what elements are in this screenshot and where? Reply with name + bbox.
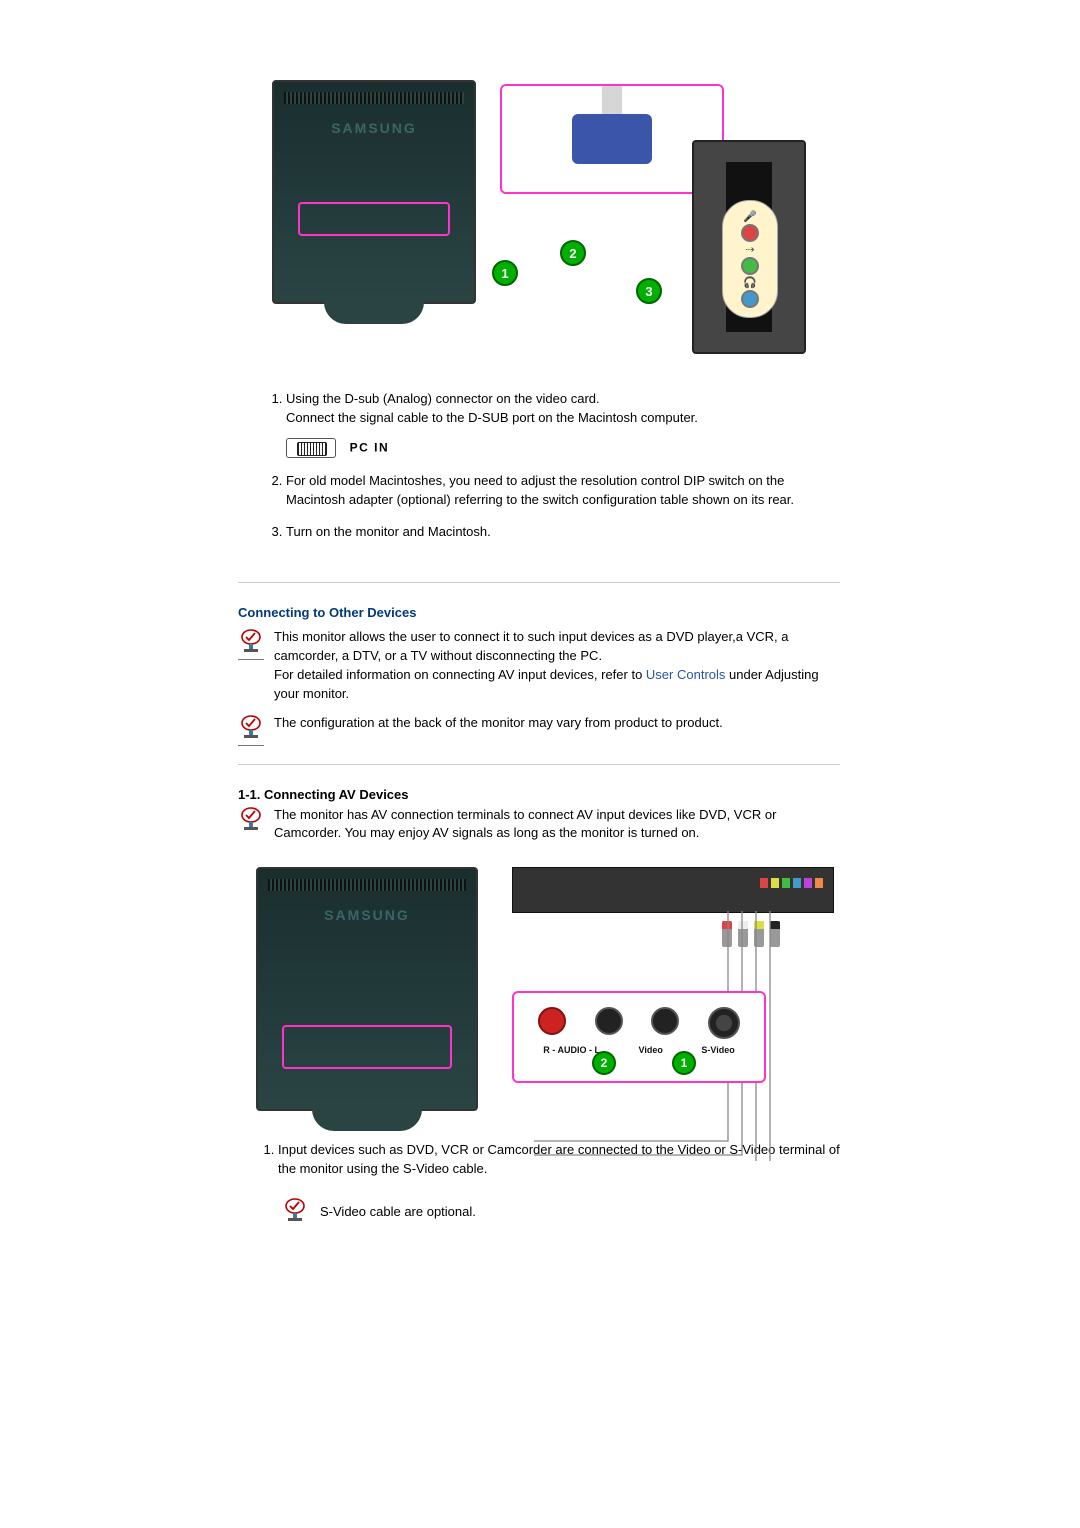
monitor-brand-label: SAMSUNG (274, 120, 474, 136)
divider (238, 582, 840, 583)
monitor-stand (324, 302, 424, 324)
monitor-stand (312, 1109, 422, 1131)
svideo-optional-note: S-Video cable are optional. (320, 1204, 476, 1219)
callout-badge-2: 2 (560, 240, 586, 266)
other-devices-note-1b-prefix: For detailed information on connecting A… (274, 667, 646, 682)
step-2-text: For old model Macintoshes, you need to a… (286, 473, 794, 507)
svideo-jack (708, 1007, 740, 1039)
monitor-back-illustration: SAMSUNG (272, 80, 476, 304)
monitor-brand-label: SAMSUNG (258, 907, 476, 923)
dsub-port-icon (286, 438, 336, 458)
av-intro-text: The monitor has AV connection terminals … (274, 806, 840, 844)
rca-plugs-illustration (722, 921, 832, 947)
monitor-av-port-highlight (282, 1025, 452, 1069)
video-jack (651, 1007, 679, 1035)
label-audio-r: R (543, 1045, 550, 1055)
vga-connector-callout (500, 84, 724, 194)
av-step-1: Input devices such as DVD, VCR or Camcor… (278, 1141, 840, 1179)
subsection-title-av: 1-1. Connecting AV Devices (238, 787, 840, 802)
audio-l-jack (595, 1007, 623, 1035)
macintosh-connection-diagram: SAMSUNG 🎤 ⇢ 🎧 (238, 80, 840, 340)
other-devices-note-1: This monitor allows the user to connect … (274, 628, 840, 703)
callout-badge-2: 2 (592, 1051, 616, 1075)
line-out-icon: ⇢ (745, 243, 754, 256)
vga-plug-illustration (572, 114, 652, 164)
mic-icon: 🎤 (743, 210, 757, 223)
monitor-port-highlight (298, 202, 450, 236)
other-devices-note-1a: This monitor allows the user to connect … (274, 629, 788, 663)
audio-jacks-callout: 🎤 ⇢ 🎧 (722, 200, 778, 318)
info-check-icon (282, 1197, 308, 1226)
monitor-back-illustration: SAMSUNG (256, 867, 478, 1111)
step-3: Turn on the monitor and Macintosh. (286, 523, 840, 542)
label-video: Video (639, 1045, 663, 1055)
divider (238, 764, 840, 765)
av-connection-diagram: SAMSUNG (256, 867, 840, 1111)
macintosh-steps-list: Using the D-sub (Analog) connector on th… (238, 390, 840, 542)
user-controls-link[interactable]: User Controls (646, 667, 725, 682)
step-2: For old model Macintoshes, you need to a… (286, 472, 840, 510)
step-1-line-b: Connect the signal cable to the D-SUB po… (286, 410, 698, 425)
info-check-icon (238, 628, 264, 660)
callout-badge-1: 1 (672, 1051, 696, 1075)
av-step-1-text: Input devices such as DVD, VCR or Camcor… (278, 1142, 840, 1176)
step-1-line-a: Using the D-sub (Analog) connector on th… (286, 391, 600, 406)
step-3-text: Turn on the monitor and Macintosh. (286, 524, 491, 539)
headphone-icon: 🎧 (743, 276, 757, 289)
dvd-player-illustration (512, 867, 834, 913)
info-check-icon (238, 714, 264, 746)
callout-badge-3: 3 (636, 278, 662, 304)
callout-badge-1: 1 (492, 260, 518, 286)
label-audio-center: - AUDIO - (552, 1045, 592, 1055)
other-devices-note-2: The configuration at the back of the mon… (274, 714, 840, 733)
section-title-other-devices: Connecting to Other Devices (238, 605, 840, 620)
av-steps-list: Input devices such as DVD, VCR or Camcor… (238, 1141, 840, 1179)
step-1: Using the D-sub (Analog) connector on th… (286, 390, 840, 458)
av-port-callout: R - AUDIO - L Video S-Video 1 2 (512, 991, 766, 1083)
dsub-port-label: PC IN (350, 440, 390, 454)
label-svideo: S-Video (701, 1045, 734, 1055)
info-check-icon (238, 806, 264, 835)
audio-r-jack (538, 1007, 566, 1035)
